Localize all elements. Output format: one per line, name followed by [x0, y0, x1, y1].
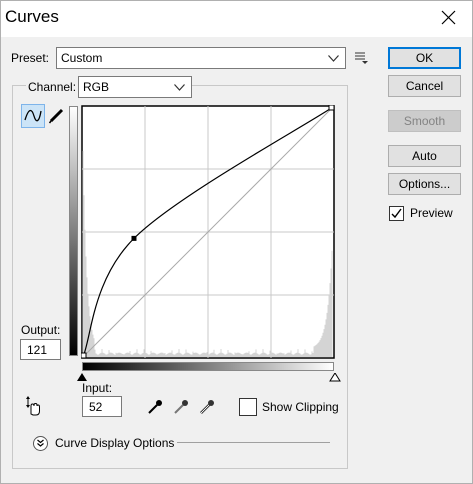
options-button[interactable]: Options... [388, 173, 461, 195]
double-chevron-down-icon [37, 439, 44, 447]
cancel-button[interactable]: Cancel [388, 75, 461, 97]
eyedropper-white-icon [200, 400, 214, 414]
preset-options-button[interactable] [354, 50, 370, 66]
smooth-button[interactable]: Smooth [388, 110, 461, 132]
preset-menu-icon [355, 52, 368, 64]
close-button[interactable] [434, 4, 462, 32]
output-gradient-bar [69, 106, 78, 356]
white-triangle-icon [329, 372, 341, 382]
curves-graph-svg [80, 104, 335, 359]
curve-endpoint-white [328, 104, 335, 111]
gray-eyedropper-button[interactable] [172, 398, 190, 416]
output-label: Output: [21, 323, 61, 337]
auto-button[interactable]: Auto [388, 145, 461, 167]
pencil-icon [48, 108, 64, 124]
preset-dropdown[interactable]: Custom [56, 47, 346, 69]
show-clipping-label: Show Clipping [262, 400, 339, 414]
chevron-down-icon [174, 84, 185, 91]
channel-value: RGB [83, 80, 110, 94]
title-bar [1, 1, 472, 37]
curve-display-options-label: Curve Display Options [55, 436, 175, 450]
curves-graph[interactable] [80, 104, 335, 359]
ok-button[interactable]: OK [388, 47, 461, 69]
input-gradient-bar [82, 362, 334, 371]
close-icon [441, 10, 456, 25]
white-point-slider[interactable] [329, 371, 341, 385]
curve-point-tool-button[interactable] [21, 104, 45, 128]
expand-options-button[interactable] [33, 436, 48, 451]
show-clipping-checkbox[interactable] [239, 398, 257, 416]
on-image-adjust-button[interactable] [22, 396, 44, 418]
preview-checkbox[interactable] [389, 206, 404, 221]
eyedropper-gray-icon [174, 400, 188, 414]
input-label: Input: [82, 381, 113, 395]
checkmark-icon [391, 208, 402, 219]
black-eyedropper-button[interactable] [146, 398, 164, 416]
preset-value: Custom [61, 51, 103, 65]
white-eyedropper-button[interactable] [198, 398, 216, 416]
channel-dropdown[interactable]: RGB [78, 76, 192, 98]
options-divider [177, 442, 330, 443]
curve-endpoint-black [80, 352, 87, 359]
channel-label: Channel: [26, 80, 79, 94]
pencil-tool-button[interactable] [47, 105, 67, 125]
output-field[interactable]: 121 [20, 339, 61, 360]
input-field[interactable]: 52 [82, 396, 122, 417]
eyedropper-black-icon [148, 400, 162, 414]
preset-label: Preset: [11, 51, 50, 65]
chevron-down-icon [328, 55, 339, 62]
curve-control-point [131, 235, 137, 241]
hand-adjust-icon [26, 396, 40, 416]
preview-label: Preview [410, 206, 453, 220]
window-title: Curves [5, 7, 59, 26]
curve-tool-icon [24, 109, 42, 122]
